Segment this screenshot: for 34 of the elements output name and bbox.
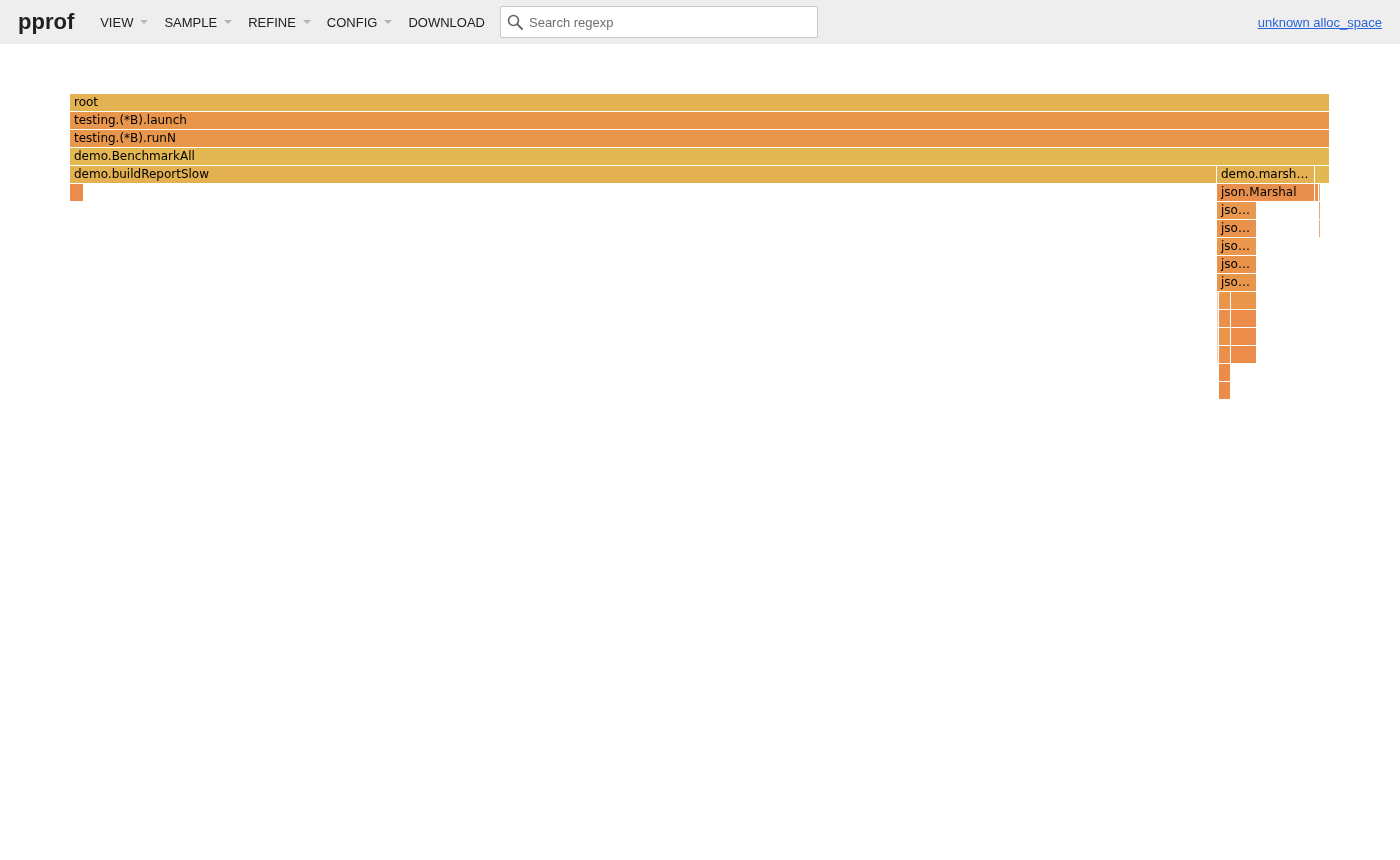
flame-frame[interactable]: jso… [1217,202,1256,219]
flame-frame[interactable]: testing.(*B).launch [70,112,1329,129]
menu-button[interactable]: CONFIG [318,6,401,38]
flame-frame[interactable]: demo.buildReportSlow [70,166,1216,183]
app-logo: pprof [18,11,75,33]
flame-frame[interactable] [1315,166,1329,183]
flame-frame[interactable] [1231,292,1256,309]
flame-frame[interactable] [1231,328,1256,345]
flame-frame[interactable]: demo.marsh… [1217,166,1314,183]
flame-frame[interactable] [1231,346,1256,363]
search-icon [507,14,523,30]
profile-link[interactable]: unknown alloc_space [1257,14,1382,30]
flame-frame[interactable]: jso… [1217,274,1256,291]
menu-button[interactable]: VIEW [92,6,157,38]
flame-frame[interactable]: jso… [1217,238,1256,255]
menu-button[interactable]: REFINE [240,6,319,38]
flame-frame[interactable]: jso… [1217,256,1256,273]
flame-frame[interactable]: jso… [1217,220,1256,237]
flame-frame[interactable] [1314,184,1318,201]
flame-frame[interactable] [1219,382,1230,399]
flame-frame[interactable]: root [70,94,1329,111]
flame-frame[interactable] [1219,292,1230,309]
flame-frame[interactable]: demo.BenchmarkAll [70,148,1329,165]
flame-frame[interactable]: testing.(*B).runN [70,130,1329,147]
search-field[interactable]: Search regexp [500,6,818,38]
flame-frame[interactable] [1219,346,1230,363]
flame-frame[interactable]: json.Marshal [1217,184,1314,201]
menu-button[interactable]: DOWNLOAD [400,6,493,38]
flame-frame[interactable] [1231,310,1256,327]
flame-frame[interactable] [1219,310,1230,327]
menu-button[interactable]: SAMPLE [156,6,241,38]
flame-frame[interactable] [1219,364,1230,381]
flame-frame[interactable] [1219,328,1230,345]
flame-frame[interactable] [70,184,83,201]
